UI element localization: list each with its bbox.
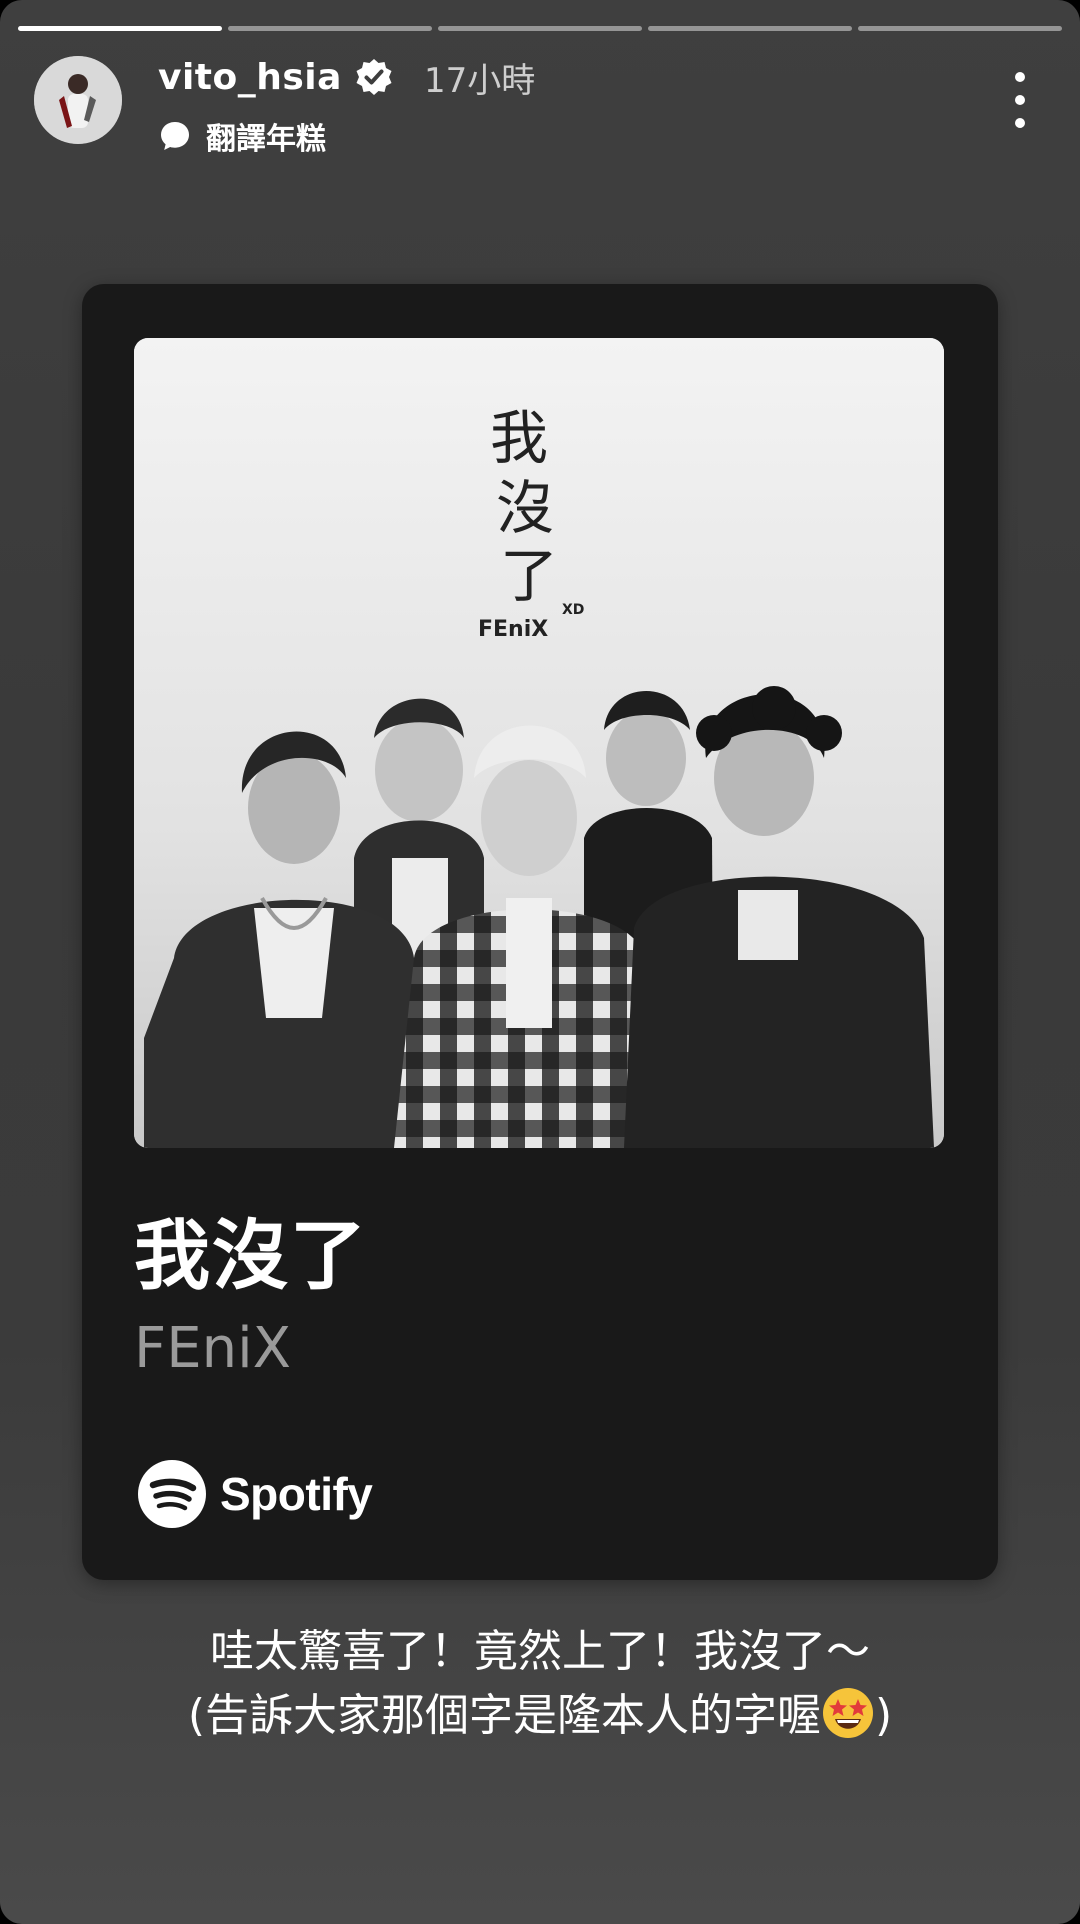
story-caption: 哇太驚喜了！竟然上了！我沒了～ (告訴大家那個字是隆本人的字喔 ) <box>0 1620 1080 1748</box>
user-row: vito_hsia 17小時 <box>158 52 535 102</box>
more-dot <box>1015 95 1025 105</box>
progress-segment-2 <box>228 26 432 31</box>
cover-char-2: 沒 <box>496 474 554 542</box>
story-header: vito_hsia 17小時 翻譯年糕 <box>0 52 1080 162</box>
more-dot <box>1015 72 1025 82</box>
username[interactable]: vito_hsia <box>158 57 342 98</box>
caption-line-2-close: ) <box>875 1690 893 1741</box>
caption-line-2: (告訴大家那個字是隆本人的字喔 ) <box>0 1684 1080 1748</box>
progress-segment-3 <box>438 26 642 31</box>
spotify-icon <box>138 1460 206 1528</box>
spotify-logo[interactable]: Spotify <box>138 1460 373 1528</box>
more-options-icon[interactable] <box>1010 72 1030 128</box>
avatar[interactable] <box>34 56 122 144</box>
progress-segment-4 <box>648 26 852 31</box>
cover-char-1: 我 <box>490 404 548 472</box>
track-title: 我沒了 <box>134 1211 368 1300</box>
spotify-track-card[interactable]: 我 沒 了 FEniX XD 我沒了 FEniX Spotify <box>82 284 998 1580</box>
progress-segment-1 <box>18 26 222 31</box>
progress-segment-5 <box>858 26 1062 31</box>
translate-label[interactable]: 翻譯年糕 <box>206 114 326 158</box>
artist-name: FEniX <box>134 1316 292 1381</box>
translate-row[interactable]: 翻譯年糕 <box>158 114 326 158</box>
album-cover: 我 沒 了 FEniX XD <box>134 338 944 1148</box>
star-struck-emoji-icon <box>823 1688 873 1738</box>
cover-xd: XD <box>562 602 584 618</box>
post-time: 17小時 <box>423 60 536 101</box>
story-view[interactable]: vito_hsia 17小時 翻譯年糕 我 沒 了 FEniX XD 我沒了 F… <box>0 0 1080 1924</box>
avatar-image <box>34 56 122 144</box>
caption-line-1: 哇太驚喜了！竟然上了！我沒了～ <box>210 1626 870 1677</box>
cover-char-3: 了 <box>500 542 558 610</box>
more-dot <box>1015 118 1025 128</box>
verified-icon <box>354 57 394 97</box>
story-progress-bar <box>18 26 1062 31</box>
cover-signature: FEniX <box>478 617 548 642</box>
caption-line-2-text: (告訴大家那個字是隆本人的字喔 <box>187 1690 821 1741</box>
spotify-wordmark: Spotify <box>220 1468 373 1520</box>
album-cover-art: 我 沒 了 FEniX XD <box>134 338 944 1148</box>
speech-bubble-icon <box>161 122 189 150</box>
